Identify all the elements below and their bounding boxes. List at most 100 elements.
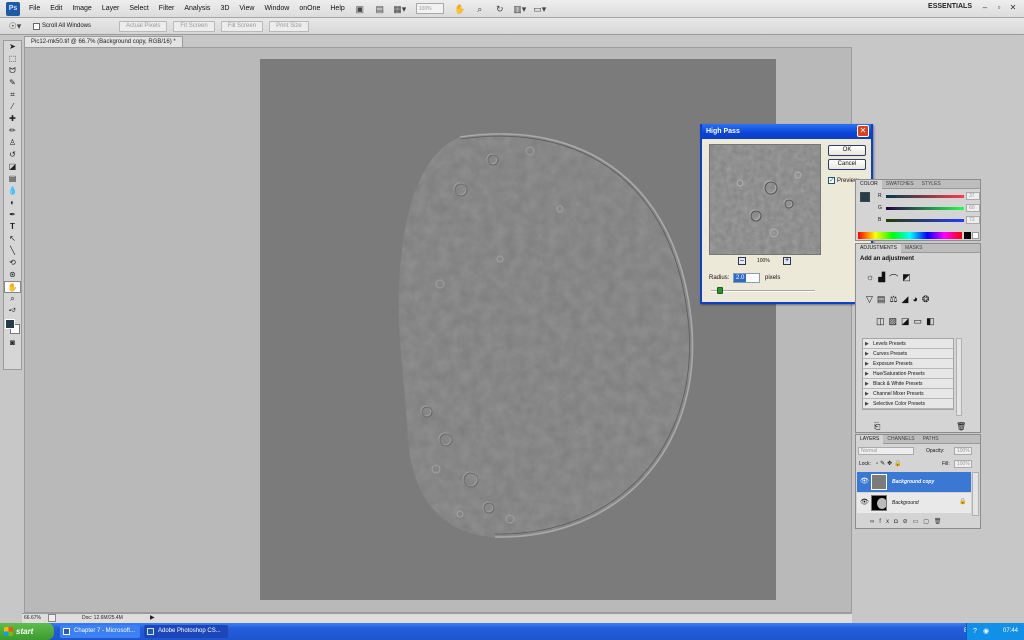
- color-swatches[interactable]: [4, 317, 21, 337]
- quick-mask-icon[interactable]: ◙: [4, 337, 21, 349]
- radius-slider-track[interactable]: [711, 290, 815, 292]
- invert-icon[interactable]: ◫: [876, 316, 885, 327]
- tab-color[interactable]: COLOR: [856, 179, 882, 189]
- menu-window[interactable]: Window: [259, 0, 294, 18]
- zoom-tool-icon[interactable]: ⌕: [473, 3, 487, 15]
- preview-checkbox[interactable]: ✓ Preview: [828, 177, 858, 184]
- 3d-rotate-tool-icon[interactable]: ⟲: [4, 257, 21, 269]
- opacity-input[interactable]: 100%: [954, 447, 972, 455]
- blend-mode-select[interactable]: Normal: [858, 447, 914, 455]
- status-menu-icon[interactable]: [48, 614, 56, 622]
- bridge-icon[interactable]: ▣: [353, 3, 367, 15]
- layer-row-background[interactable]: 👁 Background 🔒: [857, 493, 971, 513]
- brightness-contrast-icon[interactable]: ☼: [866, 272, 874, 285]
- image-canvas[interactable]: [260, 59, 776, 600]
- actual-pixels-button[interactable]: Actual Pixels: [119, 20, 168, 32]
- filter-preview[interactable]: [709, 144, 821, 255]
- delete-adjustment-icon[interactable]: 🗑: [956, 422, 966, 431]
- channel-mixer-icon[interactable]: ❂: [922, 294, 930, 305]
- menu-3d[interactable]: 3D: [215, 0, 234, 18]
- type-tool-icon[interactable]: T: [4, 221, 21, 233]
- fit-screen-button[interactable]: Fit Screen: [173, 20, 215, 32]
- status-arrow-icon[interactable]: ▶: [150, 614, 155, 621]
- tab-styles[interactable]: STYLES: [918, 180, 945, 189]
- menu-view[interactable]: View: [234, 0, 259, 18]
- preset-curves[interactable]: Curves Presets: [863, 349, 953, 359]
- quick-select-tool-icon[interactable]: ✎: [4, 77, 21, 89]
- selective-color-icon[interactable]: ◧: [926, 316, 935, 327]
- color-balance-icon[interactable]: ⚖: [889, 294, 897, 305]
- layers-scrollbar[interactable]: [972, 472, 979, 516]
- shape-tool-icon[interactable]: ╲: [4, 245, 21, 257]
- arrange-documents-icon[interactable]: ▥▾: [513, 3, 527, 15]
- network-icon[interactable]: ◉: [983, 623, 989, 640]
- view-extras-icon[interactable]: ▦▾: [393, 3, 407, 15]
- channel-r-slider[interactable]: [886, 195, 964, 198]
- menu-layer[interactable]: Layer: [97, 0, 125, 18]
- layer-action-icons[interactable]: ∞fx◘⊘▭▢🗑: [870, 518, 947, 525]
- zoom-tool-icon[interactable]: ⌕: [4, 293, 21, 305]
- brush-tool-icon[interactable]: ✏: [4, 125, 21, 137]
- white-swatch[interactable]: [972, 232, 979, 239]
- mini-bridge-icon[interactable]: ▤: [373, 3, 387, 15]
- menu-filter[interactable]: Filter: [154, 0, 180, 18]
- exposure-icon[interactable]: ◩: [902, 272, 911, 285]
- hue-saturation-icon[interactable]: ▤: [877, 294, 886, 305]
- color-spectrum-bar[interactable]: [858, 232, 962, 239]
- channel-g-value[interactable]: 60: [966, 204, 980, 212]
- crop-tool-icon[interactable]: ⌗: [4, 89, 21, 101]
- dialog-title-bar[interactable]: High Pass: [702, 124, 871, 139]
- black-swatch[interactable]: [964, 232, 971, 239]
- default-colors-icon[interactable]: ▪↺: [4, 305, 21, 317]
- zoom-readout[interactable]: 66.67%: [24, 615, 41, 621]
- scroll-all-windows-checkbox[interactable]: Scroll All Windows: [33, 22, 91, 30]
- tab-channels[interactable]: CHANNELS: [883, 435, 918, 444]
- fill-input[interactable]: 100%: [954, 460, 972, 468]
- fill-screen-button[interactable]: Fill Screen: [220, 20, 264, 32]
- zoom-level-input[interactable]: 100%: [415, 3, 444, 14]
- tab-paths[interactable]: PATHS: [919, 435, 943, 444]
- menu-analysis[interactable]: Analysis: [179, 0, 215, 18]
- restore-icon[interactable]: ▫: [994, 3, 1004, 13]
- posterize-icon[interactable]: ▨: [889, 316, 898, 327]
- threshold-icon[interactable]: ◪: [901, 316, 910, 327]
- hand-tool-icon[interactable]: ✋: [4, 281, 21, 293]
- visibility-eye-icon[interactable]: 👁: [860, 477, 869, 485]
- start-button[interactable]: start: [0, 623, 54, 640]
- rotate-view-icon[interactable]: ↻: [493, 3, 507, 15]
- menu-image[interactable]: Image: [67, 0, 96, 18]
- menu-edit[interactable]: Edit: [45, 0, 67, 18]
- vibrance-icon[interactable]: ▽: [866, 294, 873, 305]
- preset-black-white[interactable]: Black & White Presets: [863, 379, 953, 389]
- tab-masks[interactable]: MASKS: [901, 244, 927, 253]
- history-brush-tool-icon[interactable]: ↺: [4, 149, 21, 161]
- layer-row-background-copy[interactable]: 👁 Background copy: [857, 472, 971, 492]
- visibility-eye-icon[interactable]: 👁: [860, 498, 869, 506]
- cancel-button[interactable]: Cancel: [828, 159, 866, 170]
- hand-tool-icon[interactable]: ✋: [453, 3, 467, 15]
- menu-onone[interactable]: onOne: [294, 0, 325, 18]
- menu-file[interactable]: File: [24, 0, 45, 18]
- menu-select[interactable]: Select: [124, 0, 153, 18]
- gradient-map-icon[interactable]: ▭: [914, 316, 923, 327]
- curves-icon[interactable]: ⌒: [889, 272, 898, 285]
- zoom-in-icon[interactable]: +: [783, 257, 791, 265]
- preset-levels[interactable]: Levels Presets: [863, 339, 953, 349]
- eraser-tool-icon[interactable]: ◪: [4, 161, 21, 173]
- preset-exposure[interactable]: Exposure Presets: [863, 359, 953, 369]
- gradient-tool-icon[interactable]: ▤: [4, 173, 21, 185]
- radius-input[interactable]: 2.0: [733, 273, 760, 283]
- tab-adjustments[interactable]: ADJUSTMENTS: [856, 243, 901, 253]
- help-icon[interactable]: ?: [973, 623, 977, 640]
- channel-g-slider[interactable]: [886, 207, 964, 210]
- return-to-list-icon[interactable]: ⎗: [874, 422, 880, 432]
- preset-channel-mixer[interactable]: Channel Mixer Presets: [863, 389, 953, 399]
- task-photoshop[interactable]: Adobe Photoshop CS...: [144, 625, 228, 638]
- menu-help[interactable]: Help: [325, 0, 349, 18]
- tab-swatches[interactable]: SWATCHES: [882, 180, 918, 189]
- lasso-tool-icon[interactable]: ᗢ: [4, 65, 21, 77]
- radius-slider-thumb[interactable]: [717, 287, 723, 294]
- close-icon[interactable]: ✕: [857, 125, 869, 137]
- task-word[interactable]: Chapter 7 - Microsoft...: [60, 625, 140, 638]
- minimize-icon[interactable]: –: [980, 3, 990, 13]
